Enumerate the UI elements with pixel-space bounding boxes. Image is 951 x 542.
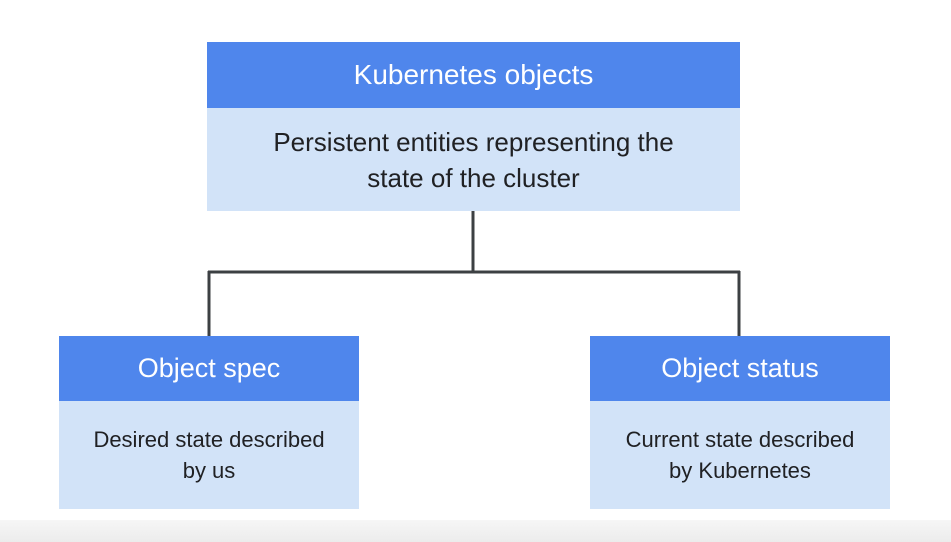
child-node-object-status: Object status Current state described by… bbox=[590, 336, 890, 509]
root-node-title: Kubernetes objects bbox=[207, 42, 740, 108]
object-spec-description: Desired state described by us bbox=[59, 401, 359, 509]
object-status-description: Current state described by Kubernetes bbox=[590, 401, 890, 509]
root-node-description: Persistent entities representing the sta… bbox=[207, 108, 740, 211]
child-node-object-spec: Object spec Desired state described by u… bbox=[59, 336, 359, 509]
object-status-title: Object status bbox=[590, 336, 890, 401]
diagram-canvas: Kubernetes objects Persistent entities r… bbox=[0, 0, 951, 542]
video-bottom-bar bbox=[0, 520, 951, 542]
root-node-kubernetes-objects: Kubernetes objects Persistent entities r… bbox=[207, 42, 740, 211]
object-spec-title: Object spec bbox=[59, 336, 359, 401]
